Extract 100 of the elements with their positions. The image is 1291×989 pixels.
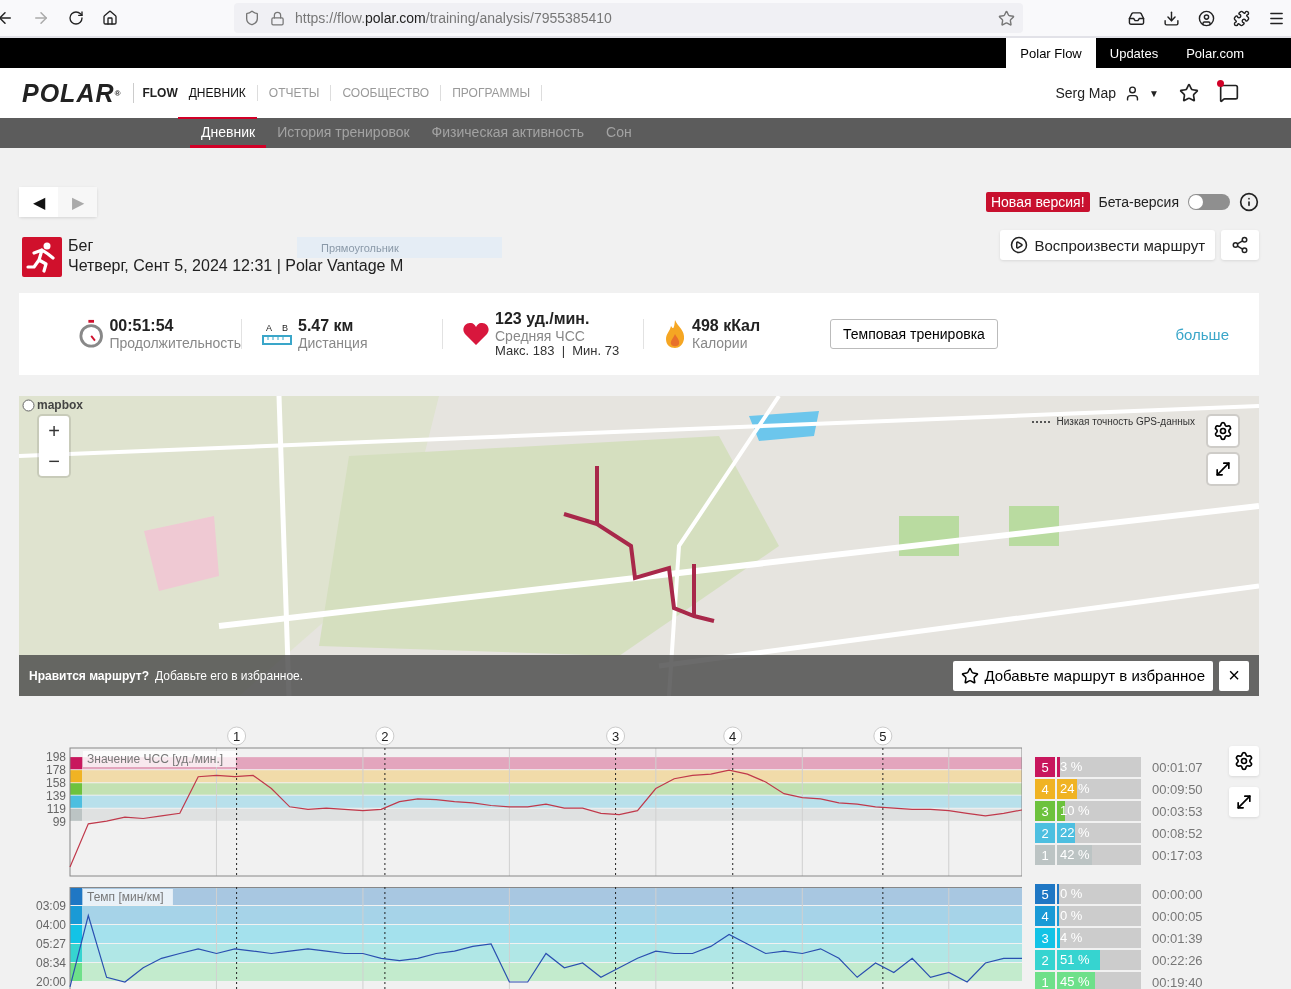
zone-percent: 42 % xyxy=(1059,847,1090,862)
axis-tick-label: 08:34 xyxy=(35,956,66,970)
lap-marker[interactable]: 1 xyxy=(227,726,247,746)
zone-number: 3 xyxy=(1035,928,1055,948)
lock-icon xyxy=(270,10,285,26)
zone-number: 2 xyxy=(1035,823,1055,843)
axis-tick-label: 03:09 xyxy=(35,899,66,913)
diagonal-arrow-icon xyxy=(1213,459,1233,479)
stat-label: Дистанция xyxy=(298,335,368,351)
reload-icon[interactable] xyxy=(68,10,84,26)
map-settings-button[interactable] xyxy=(1208,416,1238,446)
chart-settings-button[interactable] xyxy=(1229,746,1259,776)
zone-percent: 45 % xyxy=(1059,974,1090,989)
lap-marker[interactable]: 2 xyxy=(375,726,395,746)
zone-percent: 24 % xyxy=(1059,781,1090,796)
lap-marker[interactable]: 5 xyxy=(873,726,893,746)
stat-label: Продолжительность xyxy=(109,335,241,351)
stat-label: Калории xyxy=(692,335,749,351)
prompt-text: Добавьте его в избранное. xyxy=(155,668,304,683)
session-details: Четверг, Сент 5, 2024 12:31 | Polar Vantage M xyxy=(68,257,404,275)
top-link[interactable]: Polar Flow xyxy=(1006,38,1096,68)
info-icon[interactable] xyxy=(1239,192,1259,212)
zone-number: 5 xyxy=(1035,884,1055,904)
add-favorite-button[interactable]: Добавьте маршрут в избранное xyxy=(953,660,1213,691)
stat-value: 00:51:54 xyxy=(109,317,175,335)
shield-icon xyxy=(244,10,260,26)
ruler-icon xyxy=(262,335,292,345)
zoom-in-button[interactable]: + xyxy=(39,416,69,446)
zone-number: 1 xyxy=(1035,972,1055,989)
beta-label: Бета-версия xyxy=(1098,194,1179,210)
zone-time: 00:01:39 xyxy=(1152,930,1203,946)
axis-tick-label: 05:27 xyxy=(35,937,66,951)
zone-time: 00:00:05 xyxy=(1152,908,1203,924)
zone-percent: 51 % xyxy=(1059,952,1090,967)
play-icon xyxy=(1010,236,1029,254)
lap-marker[interactable]: 4 xyxy=(723,726,743,746)
messages-icon[interactable] xyxy=(1219,83,1239,103)
dotted-line-icon xyxy=(1030,419,1053,424)
prompt-title: Нравится маршрут? xyxy=(29,668,150,683)
zone-time: 00:03:53 xyxy=(1152,803,1203,819)
training-type-button[interactable]: Темповая тренировка xyxy=(830,319,998,349)
distance-mark: A xyxy=(266,323,272,333)
share-icon xyxy=(1231,236,1249,254)
axis-tick-label: 198 xyxy=(45,750,66,765)
chart-expand-button[interactable] xyxy=(1229,787,1259,817)
caret-icon[interactable]: ▼ xyxy=(1149,87,1159,99)
settings-icon xyxy=(1213,421,1233,441)
axis-tick-label: 20:00 xyxy=(35,975,66,989)
axis-tick-label: 139 xyxy=(45,788,66,803)
zone-number: 3 xyxy=(1035,801,1055,821)
download-icon[interactable] xyxy=(1163,9,1180,27)
account-icon[interactable] xyxy=(1198,9,1215,27)
back-icon[interactable] xyxy=(0,9,14,27)
lap-marker[interactable]: 3 xyxy=(606,726,626,746)
zoom-out-button[interactable]: − xyxy=(39,446,69,476)
chart-label: Темп [мин/км] xyxy=(83,889,173,905)
url-field[interactable]: https://flow.polar.com/training/analysis/7955385410 xyxy=(234,3,1023,33)
top-link[interactable]: Updates xyxy=(1095,38,1173,68)
previous-button[interactable]: ◀ xyxy=(19,187,58,217)
product-name: FLOW xyxy=(133,83,178,103)
sport-name: Бег xyxy=(68,237,94,255)
axis-tick-label: 178 xyxy=(45,763,66,778)
axis-tick-label: 04:00 xyxy=(35,918,66,932)
top-link[interactable]: Polar.com xyxy=(1172,38,1258,68)
axis-tick-label: 99 xyxy=(52,814,66,829)
replay-route-button[interactable]: Воспроизвести маршрут xyxy=(1000,230,1215,260)
fullscreen-button[interactable] xyxy=(1208,454,1238,484)
zone-number: 2 xyxy=(1035,950,1055,970)
distance-mark: B xyxy=(282,323,288,333)
subnav-tab[interactable]: Дневник xyxy=(190,118,267,148)
zone-time: 00:19:40 xyxy=(1152,974,1203,989)
stat-value: 498 кКал xyxy=(692,317,761,335)
zone-time: 00:22:26 xyxy=(1152,952,1203,968)
diagonal-arrow-icon xyxy=(1234,792,1254,812)
extensions-icon[interactable] xyxy=(1233,9,1250,27)
zone-time: 00:09:50 xyxy=(1152,781,1203,797)
zone-time: 00:01:07 xyxy=(1152,759,1203,775)
stat-value: 5.47 км xyxy=(298,317,355,335)
tray-icon[interactable] xyxy=(1128,9,1145,27)
zone-time: 00:00:00 xyxy=(1152,886,1203,902)
axis-tick-label: 158 xyxy=(45,776,66,791)
logo: POLAR$^{®}$ xyxy=(22,77,122,109)
share-button[interactable] xyxy=(1221,230,1259,260)
map-logo: mapbox xyxy=(22,398,83,412)
star-icon[interactable] xyxy=(1179,83,1199,103)
heart-icon xyxy=(463,322,489,346)
stat-value: 123 уд./мин. xyxy=(495,310,591,328)
ghost-label: Прямоугольник xyxy=(297,237,502,258)
settings-icon xyxy=(1234,751,1254,771)
close-button[interactable]: × xyxy=(1219,660,1249,691)
star-icon xyxy=(961,666,980,685)
zone-time: 00:08:52 xyxy=(1152,825,1203,841)
stat-label: Средняя ЧСС xyxy=(495,328,586,344)
beta-toggle[interactable] xyxy=(1188,194,1230,210)
bookmark-icon[interactable] xyxy=(998,9,1015,27)
home-icon[interactable] xyxy=(102,10,118,26)
zone-percent: 22 % xyxy=(1059,825,1090,840)
stat-detail: Макс. 183 | Мин. 73 xyxy=(495,344,620,358)
running-icon xyxy=(22,237,62,277)
user-name[interactable]: Serg Map xyxy=(1055,85,1117,101)
